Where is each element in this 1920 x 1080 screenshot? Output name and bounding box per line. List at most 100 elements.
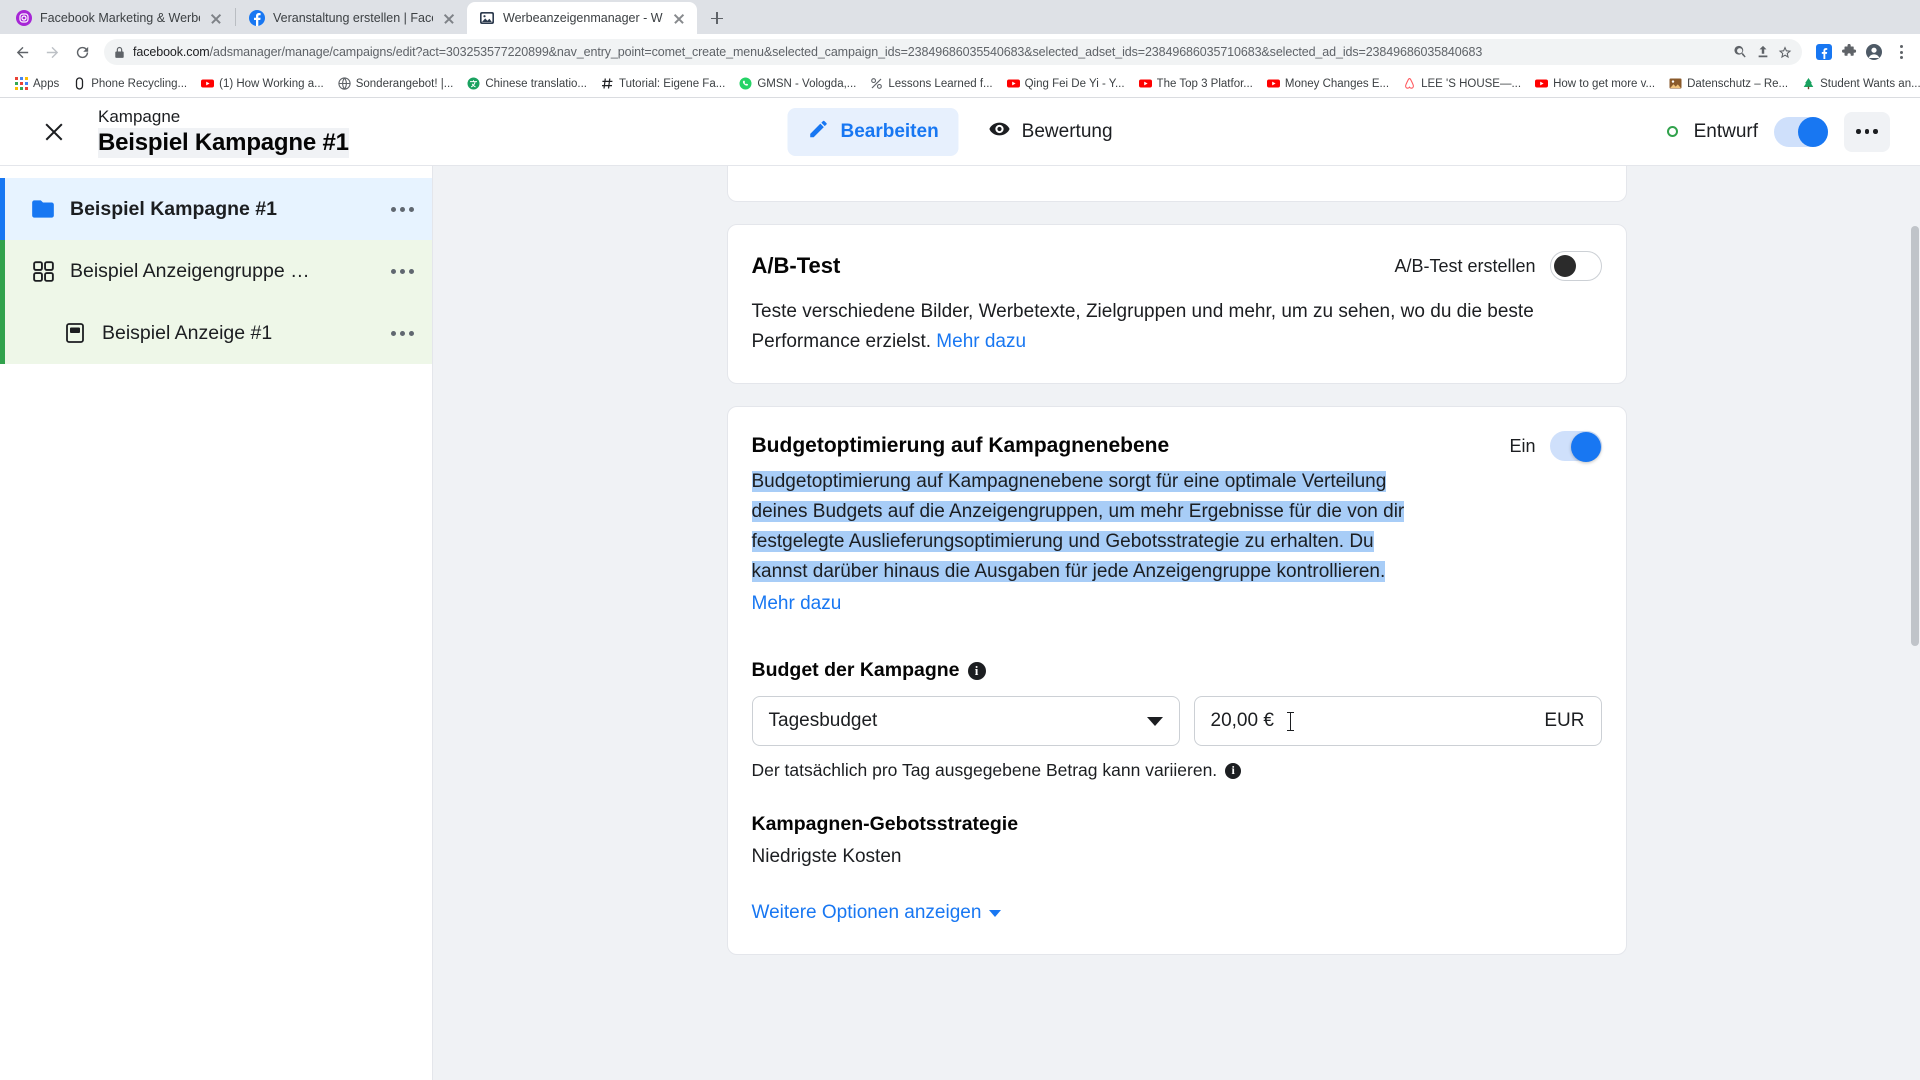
budget-optimization-toggle-label: Ein [1509,435,1536,456]
close-icon[interactable] [208,10,224,26]
row-menu-icon[interactable] [391,268,414,274]
sidebar-item-ad[interactable]: Beispiel Anzeige #1 [0,302,432,364]
bookmark-label: Tutorial: Eigene Fa... [618,77,726,90]
close-icon[interactable] [671,10,687,26]
budget-field-label: Budget der Kampagne i [752,659,1602,682]
ads-manager-icon [479,10,495,26]
ab-test-learn-more-link[interactable]: Mehr dazu [936,331,1026,352]
budget-optimization-learn-more-link[interactable]: Mehr dazu [752,593,842,615]
forward-icon[interactable] [38,38,66,66]
close-icon[interactable] [34,112,74,152]
sidebar-item-campaign-label: Beispiel Kampagne #1 [70,197,277,220]
bookmark-item[interactable]: GMSN - Vologda,... [732,73,863,95]
ab-test-toggle[interactable] [1549,251,1602,281]
url-domain: facebook.com [133,45,210,59]
bookmark-item[interactable]: Chinese translatio... [460,73,594,95]
more-options-label: Weitere Optionen anzeigen [751,902,982,923]
new-tab-button[interactable] [703,4,731,32]
bookmark-item[interactable]: The Top 3 Platfor... [1132,73,1260,95]
tab-strip: Facebook Marketing & Werbea Veranstaltun… [0,0,1920,34]
bookmark-label: Apps [33,77,60,90]
budget-type-select[interactable]: Tagesbudget [751,696,1180,746]
folder-icon [30,196,56,222]
budget-amount-value: 20,00 € [1210,710,1274,731]
bookmark-item[interactable]: Datenschutz – Re... [1662,73,1795,95]
bookmark-item[interactable]: Lessons Learned f... [863,73,999,95]
bookmark-item[interactable]: Tutorial: Eigene Fa... [594,73,732,95]
tab-bewertung[interactable]: Bewertung [969,108,1133,156]
ab-test-description-line-2: Performance erzielst. [751,331,937,352]
url-path: /adsmanager/manage/campaigns/edit?act=30… [209,45,1483,59]
budget-amount-input[interactable]: 20,00 € EUR [1193,696,1602,746]
bookmark-star-icon[interactable] [1778,45,1792,59]
reload-icon[interactable] [68,38,96,66]
bookmark-label: Money Changes E... [1284,77,1390,90]
bookmarks-bar: Apps Phone Recycling... (1) How Working … [0,70,1920,98]
toggle-knob [1553,255,1576,277]
back-icon[interactable] [8,38,36,66]
budget-optimization-toggle[interactable] [1549,431,1602,462]
campaign-status-toggle[interactable] [1774,116,1828,147]
budget-field-label-text: Budget der Kampagne [751,659,960,681]
more-options-button[interactable] [1844,111,1890,152]
bookmark-label: How to get more v... [1553,77,1656,90]
ad-card-icon [62,320,88,346]
sidebar-item-campaign[interactable]: Beispiel Kampagne #1 [0,178,432,240]
bookmark-item[interactable]: Qing Fei De Yi - Y... [1000,73,1132,95]
chrome-menu-icon[interactable] [1890,41,1912,63]
sidebar-item-ad-label: Beispiel Anzeige #1 [102,321,273,344]
header-right: Entwurf [1666,111,1896,152]
scrollbar-thumb[interactable] [1911,226,1919,646]
share-icon[interactable] [1756,45,1770,59]
row-menu-icon[interactable] [391,330,414,336]
pencil-icon [807,118,829,146]
more-options-link[interactable]: Weitere Optionen anzeigen [752,902,1002,924]
eye-icon [989,118,1011,146]
facebook-extension-icon[interactable] [1816,44,1832,60]
bookmark-item[interactable]: Sonderangebot! |... [331,73,461,95]
address-bar[interactable]: facebook.com/adsmanager/manage/campaigns… [104,39,1802,65]
browser-tab-1[interactable]: Facebook Marketing & Werbea [4,2,234,34]
youtube-icon [1535,77,1549,90]
row-menu-icon[interactable] [391,206,414,212]
breadcrumb: Kampagne [98,106,181,126]
bookmark-label: LEE 'S HOUSE—... [1421,77,1522,90]
text-cursor-icon [1286,711,1294,731]
bookmark-item[interactable]: Phone Recycling... [66,73,194,95]
chevron-down-icon [1146,716,1163,726]
main-scrollbar[interactable] [1910,166,1920,1080]
bookmark-item[interactable]: Student Wants an... [1795,73,1920,95]
browser-tab-3[interactable]: Werbeanzeigenmanager - Wer [467,2,697,34]
omnibox-actions [1734,45,1792,59]
budget-currency-label: EUR [1544,710,1585,731]
bookmark-item[interactable]: How to get more v... [1528,73,1662,95]
bid-strategy-value: Niedrigste Kosten [751,846,902,867]
puzzle-extension-icon[interactable] [1841,43,1857,60]
profile-avatar-icon[interactable] [1866,44,1882,60]
status-badge: Entwurf [1693,120,1758,142]
browser-chrome: Facebook Marketing & Werbea Veranstaltun… [0,0,1920,98]
toggle-knob [1570,432,1601,462]
budget-optimization-header: Budgetoptimierung auf Kampagnenebene Ein [752,431,1602,462]
tab-divider [235,8,236,26]
sidebar-item-adset[interactable]: Beispiel Anzeigengruppe … [0,240,432,302]
bookmark-label: Datenschutz – Re... [1687,77,1789,90]
bookmark-item[interactable]: LEE 'S HOUSE—... [1396,73,1528,95]
search-icon[interactable] [1734,45,1748,59]
tab-bearbeiten[interactable]: Bearbeiten [787,107,959,156]
ab-test-card: A/B-Test A/B-Test erstellen Teste versch… [726,224,1627,384]
budget-fields-row: Tagesbudget 20,00 € EUR [751,696,1602,746]
image-icon [1669,77,1682,90]
app-body: Beispiel Kampagne #1 Beispiel Anzeigengr… [0,166,1920,1080]
info-icon[interactable]: i [1225,762,1242,779]
bookmark-item[interactable]: (1) How Working a... [194,73,331,95]
bookmark-label: Qing Fei De Yi - Y... [1024,77,1125,90]
ab-test-header: A/B-Test A/B-Test erstellen [752,251,1602,281]
info-icon[interactable]: i [967,661,986,680]
ab-test-description: Teste verschiedene Bilder, Werbetexte, Z… [752,297,1602,357]
budget-hint-text: Der tatsächlich pro Tag ausgegebene Betr… [751,760,1218,780]
browser-tab-2[interactable]: Veranstaltung erstellen | Faceb [237,2,467,34]
close-icon[interactable] [441,10,457,26]
bookmark-item[interactable]: Apps [8,73,66,95]
bookmark-item[interactable]: Money Changes E... [1260,73,1396,95]
